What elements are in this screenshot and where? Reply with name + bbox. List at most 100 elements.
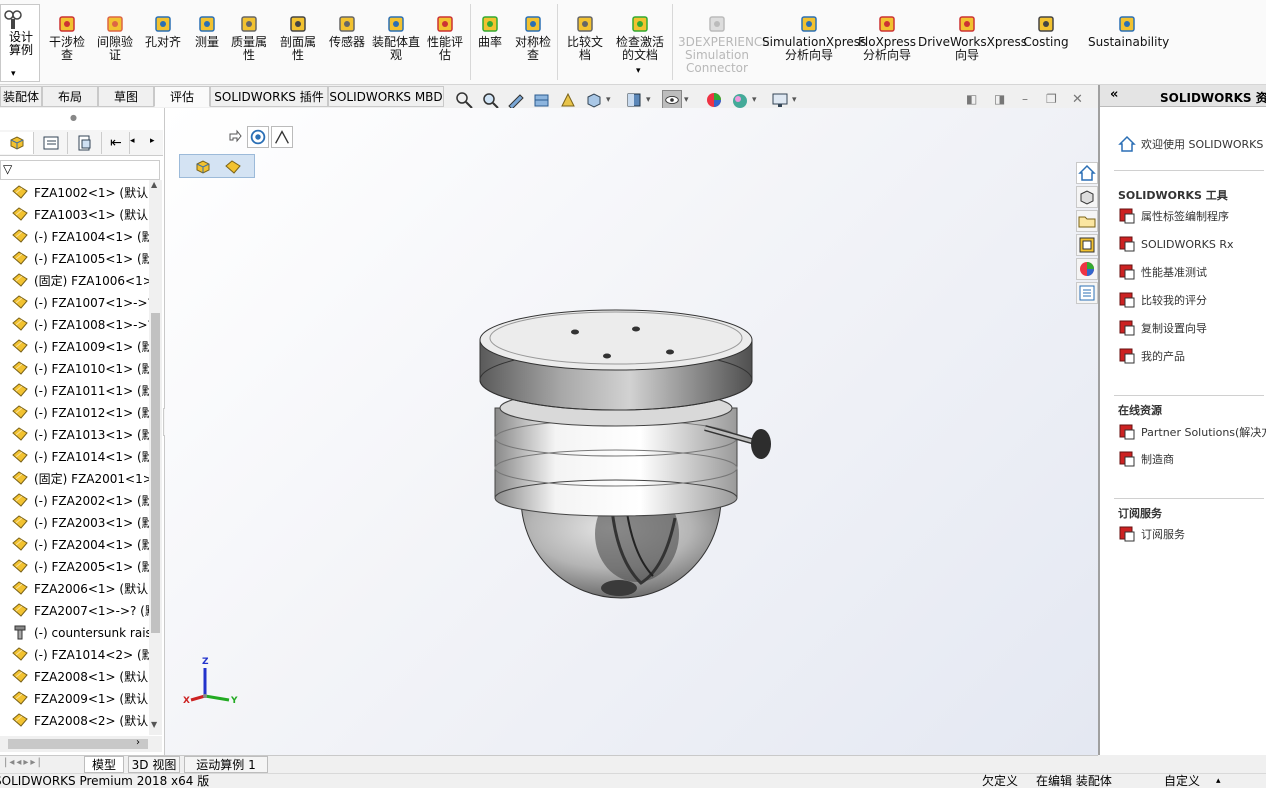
filter-bar[interactable]: ▽ [0, 160, 160, 180]
tree-item[interactable]: FZA2006<1> (默认< [12, 578, 152, 600]
tab-sketch[interactable]: 草图 [98, 86, 154, 107]
interference-button[interactable]: 干涉检查 [44, 14, 90, 62]
sketch-line-icon[interactable] [271, 126, 293, 148]
compare-documents-button[interactable]: 比较文档 [562, 14, 608, 62]
minimize-icon[interactable]: – [1022, 92, 1028, 106]
tree-item[interactable]: (-) FZA2005<1> (默认 [12, 556, 152, 578]
simulationxpress-button[interactable]: SimulationXpress 分析向导 [762, 14, 866, 62]
assembly-visualization-button[interactable]: 装配体直观 [372, 14, 420, 62]
costing-button[interactable]: Costing [1022, 14, 1070, 49]
tab-layout[interactable]: 布局 [42, 86, 98, 107]
part-icon[interactable] [224, 158, 242, 176]
tree-item[interactable]: (固定) FZA2001<1> [12, 468, 152, 490]
tree-hscroll-thumb[interactable] [8, 739, 148, 749]
clearance-button[interactable]: 间隙验证 [92, 14, 138, 62]
floxpress-button[interactable]: FloXpress 分析向导 [858, 14, 916, 62]
check-active-document-button[interactable]: 检查激活的文档 [612, 14, 668, 62]
tree-item[interactable]: FZA2008<1> (默认< [12, 666, 152, 688]
tree-item[interactable]: (-) FZA1008<1>->? [12, 314, 152, 336]
design-study-button[interactable]: 设计算例 ▾ [0, 4, 40, 82]
scroll-down-icon[interactable]: ▼ [151, 720, 157, 729]
tab-3d-view[interactable]: 3D 视图 [128, 756, 180, 773]
sensor-button[interactable]: 传感器 [324, 14, 370, 49]
target-icon[interactable] [247, 126, 269, 148]
tile-left-icon[interactable]: ◧ [966, 92, 977, 106]
tree-item[interactable]: (-) FZA1009<1> (默认 [12, 336, 152, 358]
performance-evaluation-button[interactable]: 性能评估 [422, 14, 468, 62]
dynamic-annotation-icon[interactable] [558, 90, 578, 110]
welcome-link[interactable]: 欢迎使用 SOLIDWORKS [1118, 135, 1263, 155]
tab-model[interactable]: 模型 [84, 756, 124, 773]
scroll-up-icon[interactable]: ▲ [151, 180, 157, 189]
display-style-icon[interactable] [624, 90, 644, 110]
panel-grip-icon[interactable]: ● [70, 113, 77, 122]
scroll-right-icon[interactable]: › [136, 737, 140, 748]
tab-scroll-left-icon[interactable]: ◂ [130, 136, 135, 146]
tree-item[interactable]: (-) FZA1014<2> (默认 [12, 644, 152, 666]
tool-link[interactable]: 比较我的评分 [1118, 291, 1207, 311]
tab-solidworks-mbd[interactable]: SOLIDWORKS MBD [328, 86, 444, 107]
tree-item[interactable]: (-) FZA1005<1> (默认 [12, 248, 152, 270]
tree-item[interactable]: (-) FZA2004<1> (默认 [12, 534, 152, 556]
tile-right-icon[interactable]: ◨ [994, 92, 1005, 106]
tab-evaluate[interactable]: 评估 [154, 86, 210, 107]
online-resource-link[interactable]: 制造商 [1118, 450, 1174, 470]
view-settings-icon[interactable] [770, 90, 790, 110]
tab-solidworks-addins[interactable]: SOLIDWORKS 插件 [210, 86, 328, 107]
hide-show-items-icon[interactable] [662, 90, 682, 110]
graphics-area[interactable]: Z Y X [165, 108, 1098, 755]
tree-item[interactable]: (-) FZA2003<1> (默认 [12, 512, 152, 534]
chevron-down-icon[interactable]: ▾ [636, 66, 641, 76]
assembly-icon[interactable] [194, 158, 212, 176]
hole-align-button[interactable]: 孔对齐 [142, 14, 184, 49]
tree-item[interactable]: FZA2007<1>->? (默 [12, 600, 152, 622]
tool-link[interactable]: 复制设置向导 [1118, 319, 1207, 339]
previous-view-icon[interactable] [506, 90, 526, 110]
tab-appearances[interactable] [1076, 258, 1098, 280]
tree-item[interactable]: (-) FZA1007<1>->? [12, 292, 152, 314]
tree-item[interactable]: (固定) FZA1006<1> [12, 270, 152, 292]
section-properties-button[interactable]: 剖面属性 [276, 14, 320, 62]
tab-property-manager[interactable] [34, 132, 68, 154]
collapse-pane-icon[interactable]: « [1110, 87, 1118, 102]
edit-appearance-icon[interactable] [704, 90, 724, 110]
arrow-icon[interactable] [227, 128, 243, 144]
tree-item[interactable]: FZA1003<1> (默认< [12, 204, 152, 226]
close-icon[interactable]: ✕ [1072, 92, 1083, 107]
apply-scene-icon[interactable] [730, 90, 750, 110]
subscription-link[interactable]: 订阅服务 [1118, 525, 1185, 545]
tree-item[interactable]: (-) FZA1012<1> (默认 [12, 402, 152, 424]
measure-button[interactable]: 测量 [190, 14, 224, 49]
tab-design-library[interactable] [1076, 186, 1098, 208]
unit-system[interactable]: 自定义 [1164, 774, 1200, 788]
chevron-up-icon[interactable]: ▴ [1216, 774, 1221, 788]
tree-horizontal-scrollbar[interactable]: › [0, 736, 162, 752]
symmetry-check-button[interactable]: 对称检查 [510, 14, 556, 62]
tree-item[interactable]: (-) FZA1011<1> (默认 [12, 380, 152, 402]
tree-item[interactable]: (-) FZA1013<1> (默认 [12, 424, 152, 446]
tree-item[interactable]: (-) FZA1014<1> (默认 [12, 446, 152, 468]
tool-link[interactable]: 性能基准测试 [1118, 263, 1207, 283]
section-view-icon[interactable] [532, 90, 552, 110]
curvature-button[interactable]: 曲率 [474, 14, 506, 49]
view-orientation-icon[interactable] [584, 90, 604, 110]
tab-solidworks-resources[interactable] [1076, 162, 1098, 184]
tree-item[interactable]: FZA2009<1> (默认< [12, 688, 152, 710]
tree-item[interactable]: (-) FZA1004<1> (默认 [12, 226, 152, 248]
tab-scroll-right-icon[interactable]: ▸ [150, 136, 155, 146]
tree-item[interactable]: (-) FZA2002<1> (默认 [12, 490, 152, 512]
tab-feature-tree[interactable] [0, 132, 34, 154]
zoom-to-fit-icon[interactable] [454, 90, 474, 110]
restore-icon[interactable]: ❐ [1046, 92, 1057, 106]
tab-motion-study[interactable]: 运动算例 1 [184, 756, 268, 773]
tab-dimxpert[interactable]: ⇤ [102, 132, 130, 154]
tab-custom-properties[interactable] [1076, 282, 1098, 304]
tab-file-explorer[interactable] [1076, 210, 1098, 232]
tree-item[interactable]: (-) countersunk rais [12, 622, 152, 644]
online-resource-link[interactable]: Partner Solutions(解决方 [1118, 423, 1266, 443]
sustainability-button[interactable]: Sustainability [1088, 14, 1169, 49]
tool-link[interactable]: SOLIDWORKS Rx [1118, 235, 1234, 255]
tree-scroll-thumb[interactable] [151, 313, 160, 633]
tab-navigation-icon[interactable]: |◂◂▸▸| [4, 757, 43, 768]
tree-item[interactable]: FZA2008<2> (默认< [12, 710, 152, 732]
